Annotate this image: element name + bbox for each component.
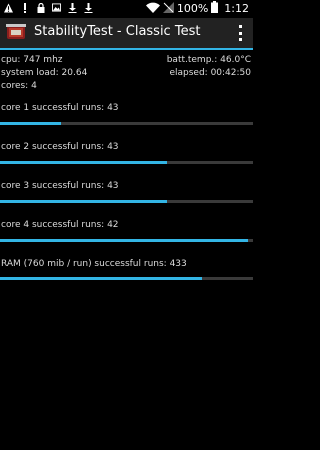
- lock-icon: [36, 2, 45, 13]
- ram-progress-fill: [0, 277, 203, 280]
- core-2-runs-label: core 2 successful runs: 43: [1, 142, 119, 152]
- core-4-progress-fill: [0, 239, 248, 242]
- battery-temperature: batt.temp.: 46.0°C: [166, 55, 251, 65]
- core-3-progress-bar: [0, 200, 253, 203]
- core-2-progress-bar: [0, 161, 253, 164]
- status-bar: 100% 1:12: [0, 0, 253, 18]
- elapsed-time: elapsed: 00:42:50: [169, 68, 251, 78]
- warning-icon: [4, 2, 13, 13]
- app-icon[interactable]: [6, 23, 26, 41]
- overflow-menu-icon[interactable]: [239, 25, 243, 41]
- system-load: system load: 20.64: [1, 68, 88, 78]
- cores-count: cores: 4: [1, 81, 37, 91]
- core-1-runs-label: core 1 successful runs: 43: [1, 103, 119, 113]
- core-1-progress-fill: [0, 122, 61, 125]
- action-bar: StabilityTest - Classic Test: [0, 18, 253, 50]
- alert-icon: [20, 2, 29, 13]
- image-icon: [52, 2, 61, 13]
- app-title: StabilityTest - Classic Test: [34, 24, 201, 39]
- core-3-progress-fill: [0, 200, 167, 203]
- cpu-frequency: cpu: 747 mhz: [1, 55, 63, 65]
- core-1-progress-bar: [0, 122, 253, 125]
- notification-icons: [4, 2, 93, 13]
- system-icons: 100% 1:12: [145, 1, 249, 16]
- core-4-runs-label: core 4 successful runs: 42: [1, 220, 119, 230]
- core-2-progress-fill: [0, 161, 167, 164]
- download-icon: [84, 2, 93, 13]
- ram-progress-bar: [0, 277, 253, 280]
- signal-off-icon: [162, 1, 174, 16]
- wifi-icon: [145, 2, 160, 16]
- core-3-runs-label: core 3 successful runs: 43: [1, 181, 119, 191]
- download-icon: [68, 2, 77, 13]
- battery-icon: [211, 1, 219, 16]
- core-4-progress-bar: [0, 239, 253, 242]
- ram-runs-label: RAM (760 mib / run) successful runs: 433: [1, 259, 187, 269]
- clock: 1:12: [224, 2, 249, 15]
- battery-percent: 100%: [176, 2, 209, 15]
